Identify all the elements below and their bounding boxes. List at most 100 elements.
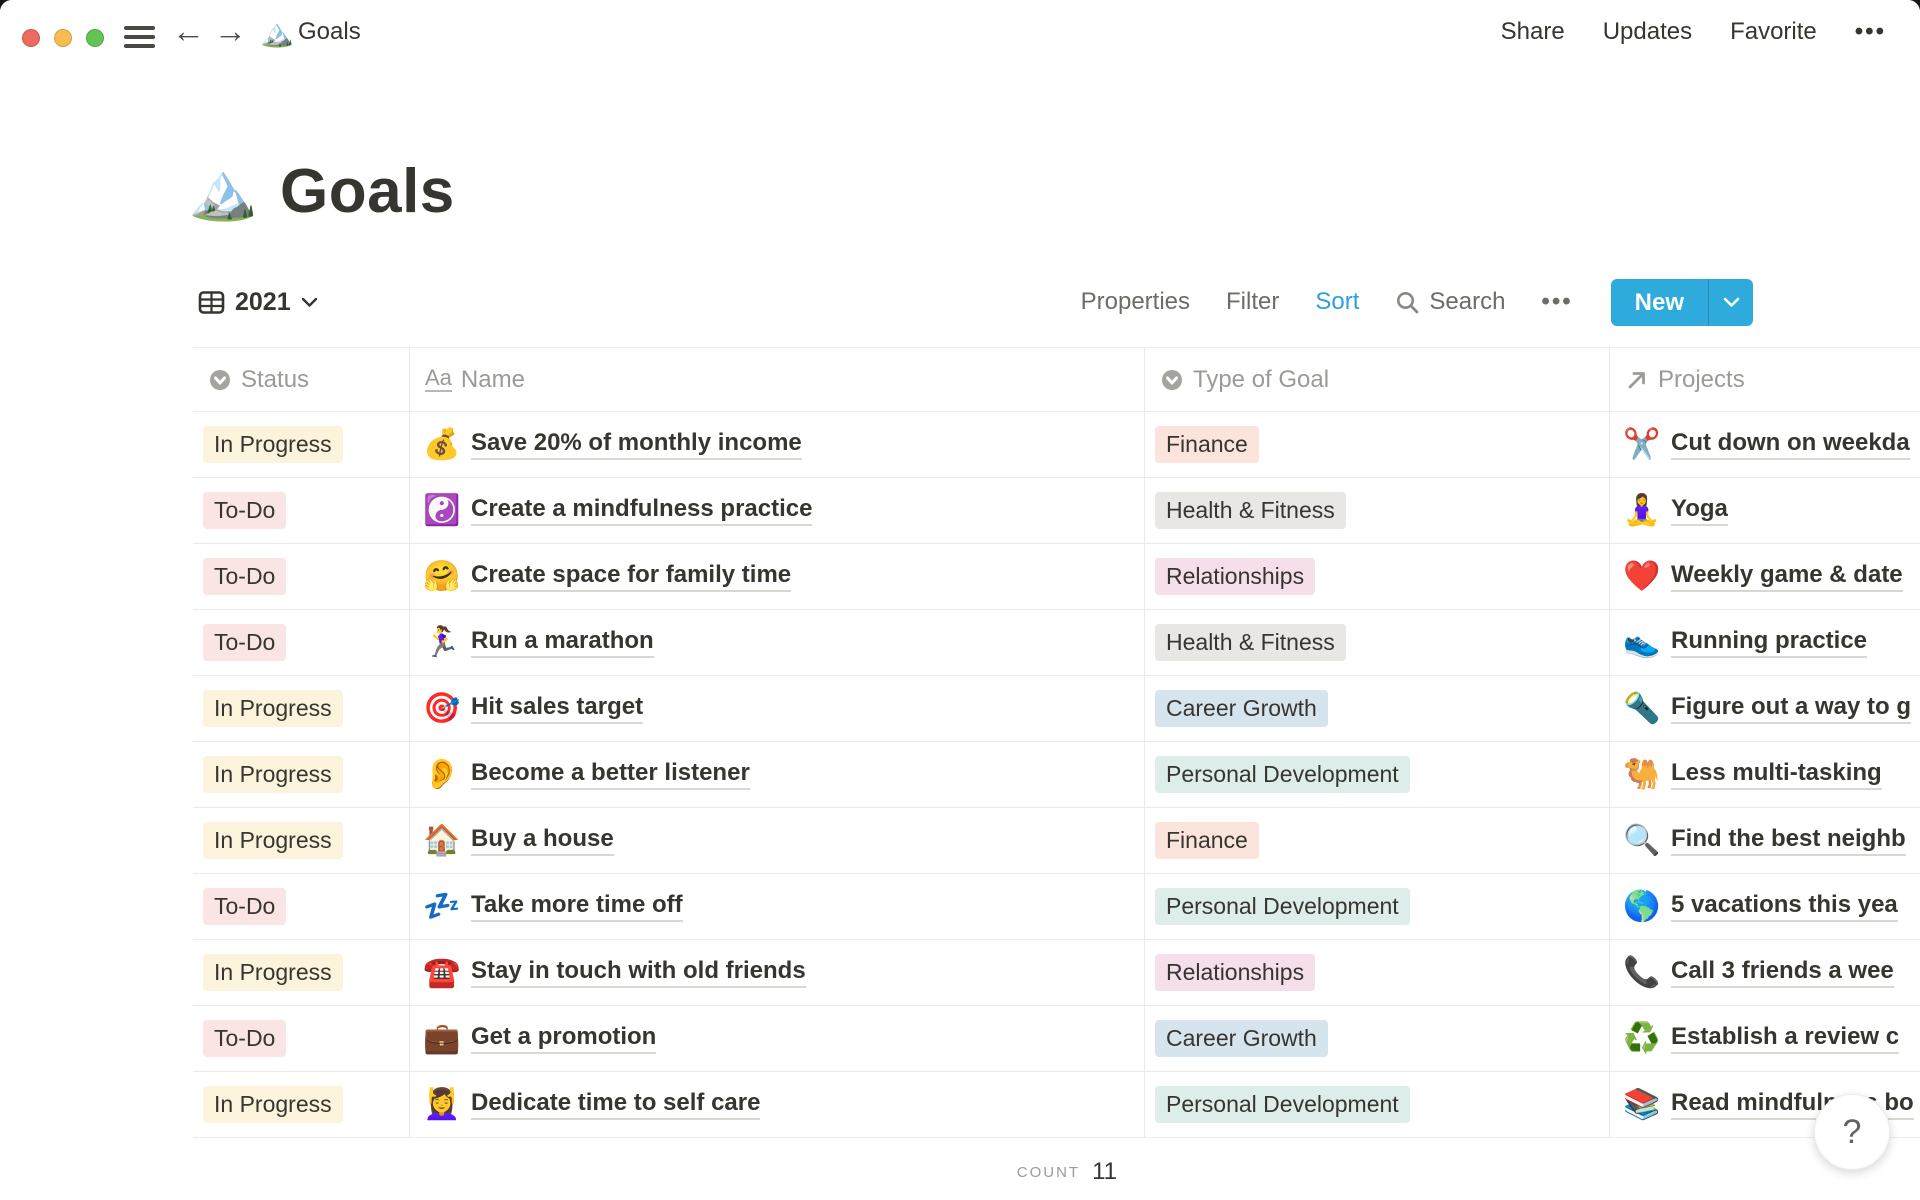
type-badge: Personal Development [1155,756,1410,793]
minimize-window-button[interactable] [54,29,72,47]
page-icon[interactable]: 🏔️ [188,155,280,227]
status-cell[interactable]: In Progress [193,412,410,477]
favorite-button[interactable]: Favorite [1730,18,1817,46]
more-options-icon[interactable]: ••• [1855,18,1886,46]
column-header-name[interactable]: Aa Name [410,348,1145,411]
new-dropdown-icon[interactable] [1709,279,1753,326]
status-cell[interactable]: To-Do [193,874,410,939]
project-link[interactable]: Yoga [1671,495,1728,526]
zoom-window-button[interactable] [86,29,104,47]
status-badge: In Progress [203,1086,343,1123]
column-header-status[interactable]: Status [193,348,410,411]
project-link[interactable]: Establish a review c [1671,1023,1900,1054]
projects-cell[interactable]: 🔦 Figure out a way to g [1610,676,1920,741]
view-switcher[interactable]: 2021 [198,278,318,326]
type-of-goal-cell[interactable]: Relationships [1145,940,1610,1005]
project-link[interactable]: Running practice [1671,627,1868,658]
name-cell[interactable]: 🏠 Buy a house [410,808,1145,873]
goal-title-link[interactable]: Get a promotion [471,1023,657,1054]
projects-cell[interactable]: ✂️ Cut down on weekda [1610,412,1920,477]
goal-title-link[interactable]: Hit sales target [471,693,644,724]
name-cell[interactable]: 🤗 Create space for family time [410,544,1145,609]
goal-emoji-icon: ☎️ [423,956,461,989]
close-window-button[interactable] [22,29,40,47]
sidebar-menu-icon[interactable] [124,26,155,53]
name-cell[interactable]: 💆‍♀️ Dedicate time to self care [410,1072,1145,1137]
status-cell[interactable]: In Progress [193,940,410,1005]
status-cell[interactable]: To-Do [193,478,410,543]
type-of-goal-cell[interactable]: Health & Fitness [1145,610,1610,675]
status-cell[interactable]: In Progress [193,742,410,807]
project-link[interactable]: Less multi-tasking [1671,759,1882,790]
status-badge: To-Do [203,888,287,925]
name-cell[interactable]: 👂 Become a better listener [410,742,1145,807]
project-link[interactable]: 5 vacations this yea [1671,891,1898,922]
project-link[interactable]: Figure out a way to g [1671,693,1912,724]
projects-cell[interactable]: 🔍 Find the best neighb [1610,808,1920,873]
new-button-label: New [1634,288,1684,316]
share-button[interactable]: Share [1501,18,1565,46]
table-footer: COUNT 11 [193,1150,1920,1194]
name-cell[interactable]: ☎️ Stay in touch with old friends [410,940,1145,1005]
project-link[interactable]: Call 3 friends a wee [1671,957,1894,988]
sort-button[interactable]: Sort [1315,288,1359,316]
type-of-goal-cell[interactable]: Health & Fitness [1145,478,1610,543]
goal-title-link[interactable]: Run a marathon [471,627,654,658]
status-cell[interactable]: In Progress [193,808,410,873]
name-cell[interactable]: 💼 Get a promotion [410,1006,1145,1071]
projects-cell[interactable]: 📞 Call 3 friends a wee [1610,940,1920,1005]
count-aggregate[interactable]: COUNT 11 [410,1150,1145,1194]
status-cell[interactable]: In Progress [193,676,410,741]
project-emoji-icon: 🧘‍♀️ [1623,494,1661,527]
goal-title-link[interactable]: Create space for family time [471,561,792,592]
status-badge: To-Do [203,558,287,595]
type-of-goal-cell[interactable]: Career Growth [1145,676,1610,741]
projects-cell[interactable]: ♻️ Establish a review c [1610,1006,1920,1071]
type-of-goal-cell[interactable]: Finance [1145,808,1610,873]
type-of-goal-cell[interactable]: Personal Development [1145,742,1610,807]
back-icon[interactable]: ← [172,0,205,64]
updates-button[interactable]: Updates [1603,18,1692,46]
type-of-goal-cell[interactable]: Personal Development [1145,1072,1610,1137]
status-cell[interactable]: To-Do [193,610,410,675]
goal-title-link[interactable]: Become a better listener [471,759,750,790]
projects-cell[interactable]: ❤️ Weekly game & date [1610,544,1920,609]
type-of-goal-cell[interactable]: Personal Development [1145,874,1610,939]
name-cell[interactable]: 🏃‍♀️ Run a marathon [410,610,1145,675]
name-cell[interactable]: 🎯 Hit sales target [410,676,1145,741]
goal-title-link[interactable]: Save 20% of monthly income [471,429,802,460]
forward-icon[interactable]: → [214,0,247,64]
name-cell[interactable]: ☯️ Create a mindfulness practice [410,478,1145,543]
new-button[interactable]: New [1610,278,1753,326]
status-cell[interactable]: To-Do [193,544,410,609]
goal-title-link[interactable]: Create a mindfulness practice [471,495,813,526]
page-title[interactable]: Goals [280,156,455,227]
projects-cell[interactable]: 🐫 Less multi-tasking [1610,742,1920,807]
projects-cell[interactable]: 🧘‍♀️ Yoga [1610,478,1920,543]
status-cell[interactable]: In Progress [193,1072,410,1137]
project-link[interactable]: Cut down on weekda [1671,429,1910,460]
project-link[interactable]: Find the best neighb [1671,825,1906,856]
name-cell[interactable]: 💤 Take more time off [410,874,1145,939]
column-header-projects[interactable]: Projects [1610,348,1920,411]
type-of-goal-cell[interactable]: Finance [1145,412,1610,477]
goal-title-link[interactable]: Take more time off [471,891,683,922]
search-button[interactable]: Search [1395,288,1505,316]
column-header-type-of-goal[interactable]: Type of Goal [1145,348,1610,411]
type-of-goal-cell[interactable]: Career Growth [1145,1006,1610,1071]
help-button[interactable]: ? [1814,1094,1890,1170]
projects-cell[interactable]: 👟 Running practice [1610,610,1920,675]
goal-title-link[interactable]: Stay in touch with old friends [471,957,806,988]
type-of-goal-cell[interactable]: Relationships [1145,544,1610,609]
goal-title-link[interactable]: Dedicate time to self care [471,1089,761,1120]
toolbar-more-icon[interactable]: ••• [1541,288,1572,316]
breadcrumb[interactable]: Goals [298,0,361,64]
filter-button[interactable]: Filter [1226,288,1279,316]
properties-button[interactable]: Properties [1081,288,1190,316]
projects-cell[interactable]: 🌎 5 vacations this yea [1610,874,1920,939]
project-link[interactable]: Weekly game & date [1671,561,1903,592]
name-cell[interactable]: 💰 Save 20% of monthly income [410,412,1145,477]
goal-emoji-icon: 🤗 [423,560,461,593]
status-cell[interactable]: To-Do [193,1006,410,1071]
goal-title-link[interactable]: Buy a house [471,825,614,856]
